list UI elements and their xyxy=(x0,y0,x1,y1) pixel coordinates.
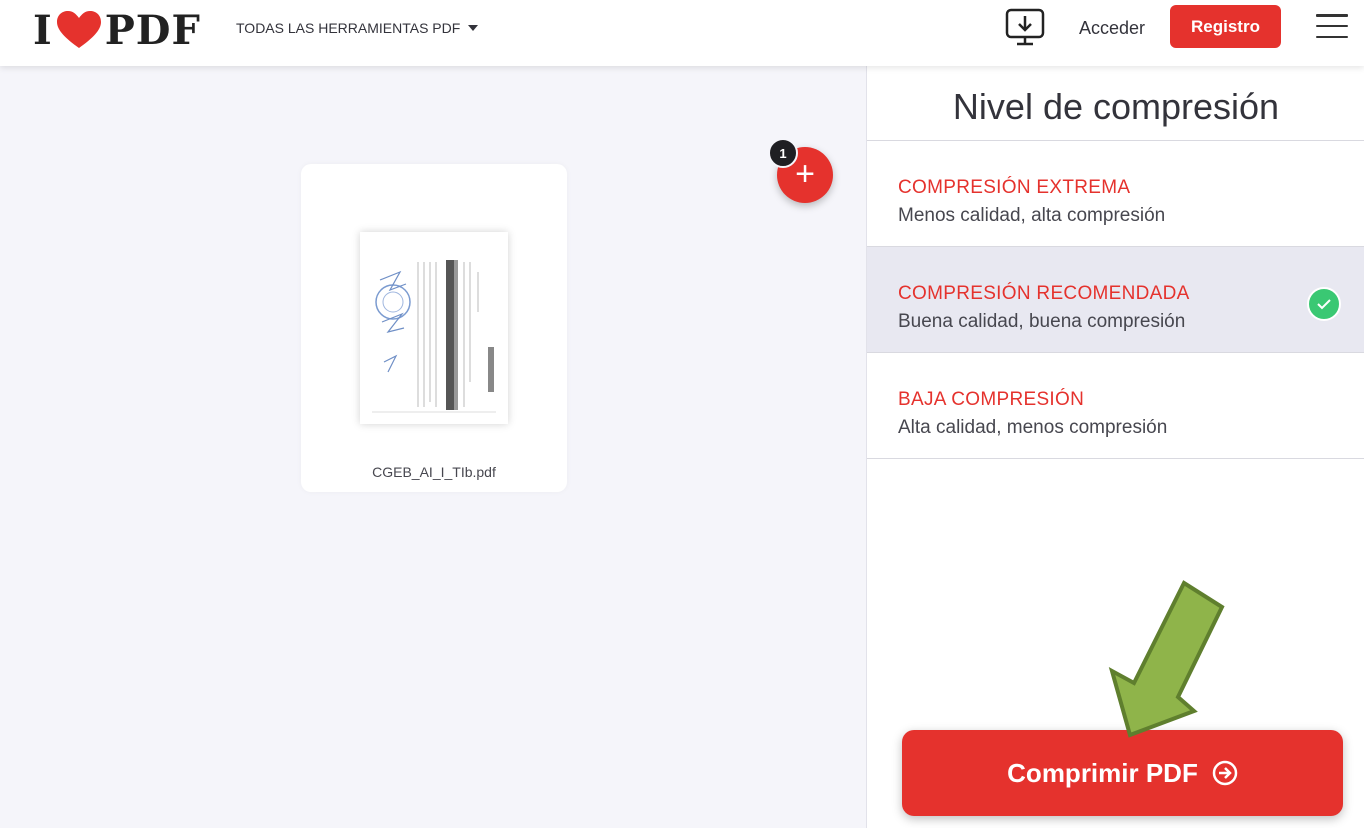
hamburger-menu-icon[interactable] xyxy=(1316,12,1348,40)
register-button[interactable]: Registro xyxy=(1170,5,1281,48)
option-description: Alta calidad, menos compresión xyxy=(898,417,1168,438)
ilovepdf-logo[interactable]: I PDF xyxy=(33,6,201,54)
plus-icon: + xyxy=(795,154,815,193)
check-icon xyxy=(1307,287,1341,321)
document-preview-icon xyxy=(360,232,508,424)
option-title: COMPRESIÓN RECOMENDADA xyxy=(898,283,1190,304)
sidebar-title: Nivel de compresión xyxy=(952,86,1280,127)
file-name-label: CGEB_AI_I_TIb.pdf xyxy=(372,464,496,480)
file-count-badge: 1 xyxy=(768,138,798,168)
option-recommended-compression[interactable]: COMPRESIÓN RECOMENDADA Buena calidad, bu… xyxy=(867,246,1364,352)
option-extreme-compression[interactable]: COMPRESIÓN EXTREMA Menos calidad, alta c… xyxy=(867,140,1364,246)
all-tools-menu[interactable]: TODAS LAS HERRAMIENTAS PDF xyxy=(236,20,479,36)
file-workspace: CGEB_AI_I_TIb.pdf + 1 xyxy=(0,66,866,828)
arrow-right-circle-icon xyxy=(1212,760,1238,786)
file-card[interactable]: CGEB_AI_I_TIb.pdf xyxy=(301,164,567,492)
logo-text-right: PDF xyxy=(104,6,201,54)
compress-button-label: Comprimir PDF xyxy=(1007,757,1198,788)
options-divider xyxy=(867,458,1364,459)
option-title: COMPRESIÓN EXTREMA xyxy=(898,177,1131,198)
desktop-download-icon[interactable] xyxy=(1004,8,1046,48)
option-title: BAJA COMPRESIÓN xyxy=(898,389,1085,410)
login-link[interactable]: Acceder xyxy=(1079,18,1145,39)
all-tools-label: TODAS LAS HERRAMIENTAS PDF xyxy=(236,20,461,36)
annotation-arrow-icon xyxy=(1108,580,1225,738)
logo-text-left: I xyxy=(33,6,53,54)
pdf-thumbnail xyxy=(360,232,508,424)
option-low-compression[interactable]: BAJA COMPRESIÓN Alta calidad, menos comp… xyxy=(867,352,1364,458)
option-description: Menos calidad, alta compresión xyxy=(898,205,1166,226)
heart-icon xyxy=(56,11,101,48)
option-description: Buena calidad, buena compresión xyxy=(898,311,1186,332)
caret-down-icon xyxy=(468,25,479,31)
top-header: I PDF TODAS LAS HERRAMIENTAS PDF Acceder… xyxy=(0,0,1364,66)
